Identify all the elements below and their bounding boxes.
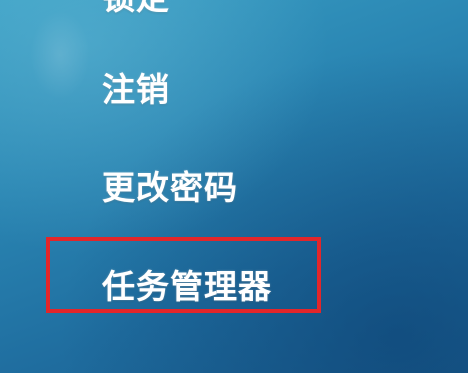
security-options-screen: 锁定 注销 更改密码 任务管理器 [0,0,468,373]
task-manager-option[interactable]: 任务管理器 [102,267,272,307]
change-password-option[interactable]: 更改密码 [102,168,238,208]
lock-option[interactable]: 锁定 [102,0,170,18]
sign-out-option[interactable]: 注销 [102,70,170,110]
screen-glare [30,10,90,100]
